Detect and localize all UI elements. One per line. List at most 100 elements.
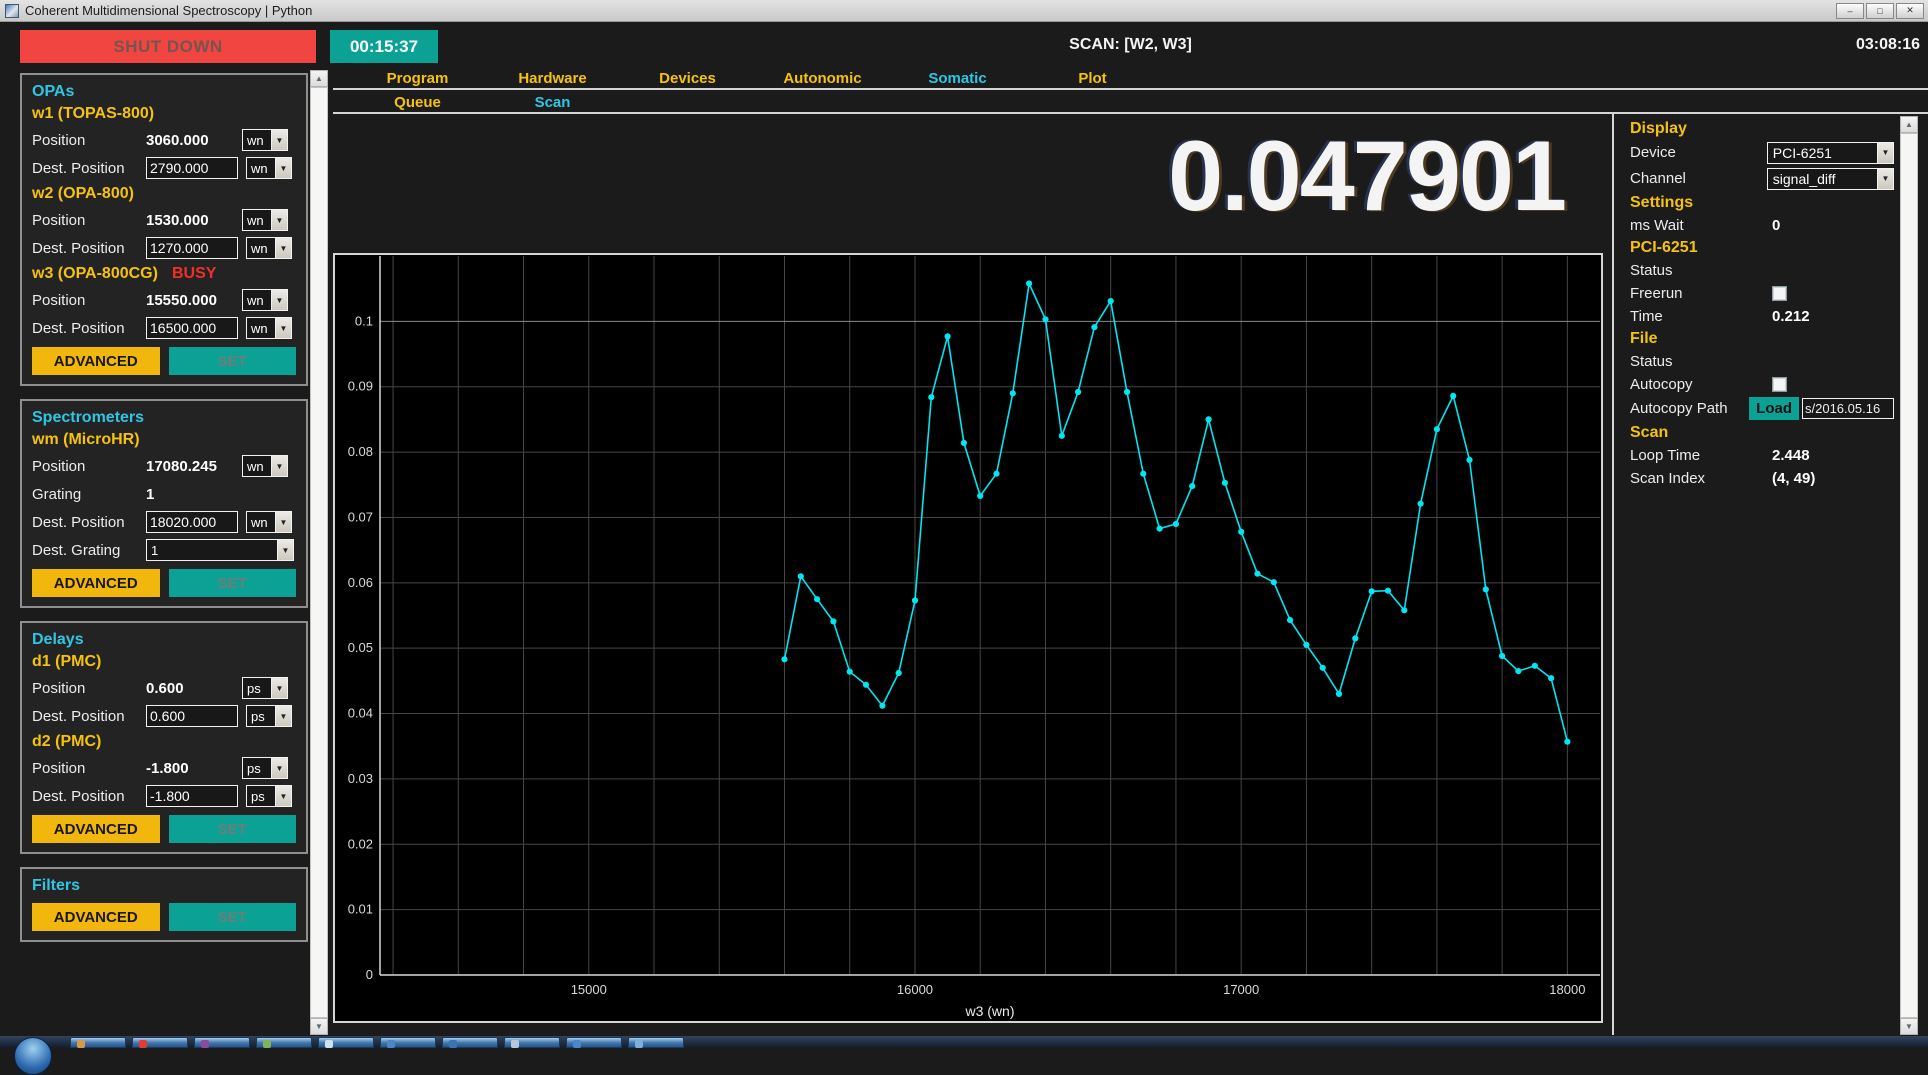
channel-dropdown[interactable]: signal_diff▼: [1767, 168, 1894, 190]
taskbar-app-button[interactable]: [132, 1037, 188, 1048]
channel-row: Channelsignal_diff▼: [1630, 166, 1894, 191]
dest-position-input[interactable]: [146, 157, 238, 179]
dest-position-input[interactable]: [146, 237, 238, 259]
d1-position-row: Position0.600ps▼: [32, 677, 296, 699]
menu-underline: [333, 88, 1928, 90]
scroll-up-icon[interactable]: ▲: [310, 70, 328, 87]
scroll-down-icon[interactable]: ▼: [310, 1018, 328, 1035]
load-button[interactable]: Load: [1749, 397, 1799, 420]
maximize-button[interactable]: □: [1866, 3, 1894, 19]
svg-text:0.06: 0.06: [348, 575, 373, 590]
field-label: Position: [32, 132, 146, 149]
menu-item-hardware[interactable]: Hardware: [485, 70, 620, 87]
set-button[interactable]: SET: [169, 569, 297, 597]
dest-position-input[interactable]: [146, 785, 238, 807]
chevron-down-icon[interactable]: ▼: [271, 290, 287, 310]
chevron-down-icon[interactable]: ▼: [1877, 143, 1893, 163]
scroll-down-icon[interactable]: ▼: [1900, 1018, 1918, 1035]
chevron-down-icon[interactable]: ▼: [275, 158, 291, 178]
scrollbar-thumb[interactable]: [310, 87, 328, 1018]
field-label: Dest. Position: [32, 160, 146, 177]
units-dropdown[interactable]: wn▼: [242, 129, 288, 151]
menu-item-somatic[interactable]: Somatic: [890, 70, 1025, 87]
units-dropdown[interactable]: wn▼: [242, 289, 288, 311]
tab-scan[interactable]: Scan: [485, 94, 620, 111]
chevron-down-icon[interactable]: ▼: [275, 786, 291, 806]
dropdown-value: PCI-6251: [1768, 143, 1877, 163]
right-panel-scrollbar[interactable]: ▲ ▼: [1900, 116, 1918, 1035]
tab-queue[interactable]: Queue: [350, 94, 485, 111]
units-dropdown[interactable]: wn▼: [246, 157, 292, 179]
section-title: Delays: [32, 631, 296, 649]
svg-text:16000: 16000: [897, 982, 933, 997]
taskbar-app-button[interactable]: [194, 1037, 250, 1048]
w1-position-row: Position3060.000wn▼: [32, 129, 296, 151]
set-button[interactable]: SET: [169, 815, 297, 843]
start-button[interactable]: [14, 1037, 52, 1075]
field-value: 3060.000: [146, 132, 242, 149]
chevron-down-icon[interactable]: ▼: [275, 512, 291, 532]
units-dropdown[interactable]: wn▼: [246, 317, 292, 339]
dest-position-input[interactable]: [146, 317, 238, 339]
chevron-down-icon[interactable]: ▼: [275, 238, 291, 258]
taskbar-app-button[interactable]: [504, 1037, 560, 1048]
minimize-button[interactable]: –: [1836, 3, 1864, 19]
units-dropdown[interactable]: ps▼: [246, 705, 292, 727]
menu-item-autonomic[interactable]: Autonomic: [755, 70, 890, 87]
freerun-row: Freerun: [1630, 282, 1894, 304]
taskbar-app-button[interactable]: [566, 1037, 622, 1048]
autocopy-path-input[interactable]: [1802, 398, 1894, 419]
advanced-button[interactable]: ADVANCED: [32, 569, 160, 597]
units-dropdown[interactable]: ps▼: [242, 677, 288, 699]
chevron-down-icon[interactable]: ▼: [271, 456, 287, 476]
units-dropdown[interactable]: ps▼: [242, 757, 288, 779]
svg-text:0.05: 0.05: [348, 640, 373, 655]
advanced-button[interactable]: ADVANCED: [32, 903, 160, 931]
chevron-down-icon[interactable]: ▼: [1877, 169, 1893, 189]
autocopy-checkbox[interactable]: [1772, 377, 1787, 392]
hardware-name: wm (MicroHR): [32, 431, 296, 449]
advanced-button[interactable]: ADVANCED: [32, 347, 160, 375]
scrollbar-thumb[interactable]: [1900, 133, 1918, 1018]
button-row: ADVANCED SET: [32, 815, 296, 843]
chevron-down-icon[interactable]: ▼: [271, 130, 287, 150]
dest-position-input[interactable]: [146, 705, 238, 727]
chevron-down-icon[interactable]: ▼: [275, 706, 291, 726]
set-button[interactable]: SET: [169, 903, 297, 931]
tab-bar: QueueScan: [350, 94, 620, 111]
loop-time-row: Loop Time2.448: [1630, 444, 1894, 466]
shutdown-button[interactable]: SHUT DOWN: [20, 30, 316, 63]
device-dropdown[interactable]: PCI-6251▼: [1767, 142, 1894, 164]
units-dropdown[interactable]: wn▼: [246, 237, 292, 259]
taskbar-app-button[interactable]: [318, 1037, 374, 1048]
hardware-name: w1 (TOPAS-800): [32, 105, 296, 123]
dest-grating-dropdown[interactable]: 1▼: [146, 539, 294, 561]
units-dropdown[interactable]: wn▼: [242, 455, 288, 477]
setting-label: Status: [1630, 353, 1772, 370]
field-value: 0.600: [146, 680, 242, 697]
taskbar-app-button[interactable]: [628, 1037, 684, 1048]
menu-item-program[interactable]: Program: [350, 70, 485, 87]
chevron-down-icon[interactable]: ▼: [271, 210, 287, 230]
chevron-down-icon[interactable]: ▼: [271, 758, 287, 778]
advanced-button[interactable]: ADVANCED: [32, 815, 160, 843]
set-button[interactable]: SET: [169, 347, 297, 375]
chevron-down-icon[interactable]: ▼: [271, 678, 287, 698]
chevron-down-icon[interactable]: ▼: [277, 540, 293, 560]
scroll-up-icon[interactable]: ▲: [1900, 116, 1918, 133]
units-dropdown[interactable]: ps▼: [246, 785, 292, 807]
freerun-checkbox[interactable]: [1772, 286, 1787, 301]
menu-item-devices[interactable]: Devices: [620, 70, 755, 87]
units-dropdown[interactable]: wn▼: [246, 511, 292, 533]
dest-position-input[interactable]: [146, 511, 238, 533]
taskbar-app-button[interactable]: [70, 1037, 126, 1048]
sidebar-scrollbar[interactable]: ▲ ▼: [310, 70, 328, 1035]
chevron-down-icon[interactable]: ▼: [275, 318, 291, 338]
units-dropdown[interactable]: wn▼: [242, 209, 288, 231]
taskbar-app-button[interactable]: [380, 1037, 436, 1048]
hardware-name: w2 (OPA-800): [32, 185, 296, 203]
taskbar-app-button[interactable]: [256, 1037, 312, 1048]
close-button[interactable]: ✕: [1896, 3, 1924, 19]
menu-item-plot[interactable]: Plot: [1025, 70, 1160, 87]
taskbar-app-button[interactable]: [442, 1037, 498, 1048]
